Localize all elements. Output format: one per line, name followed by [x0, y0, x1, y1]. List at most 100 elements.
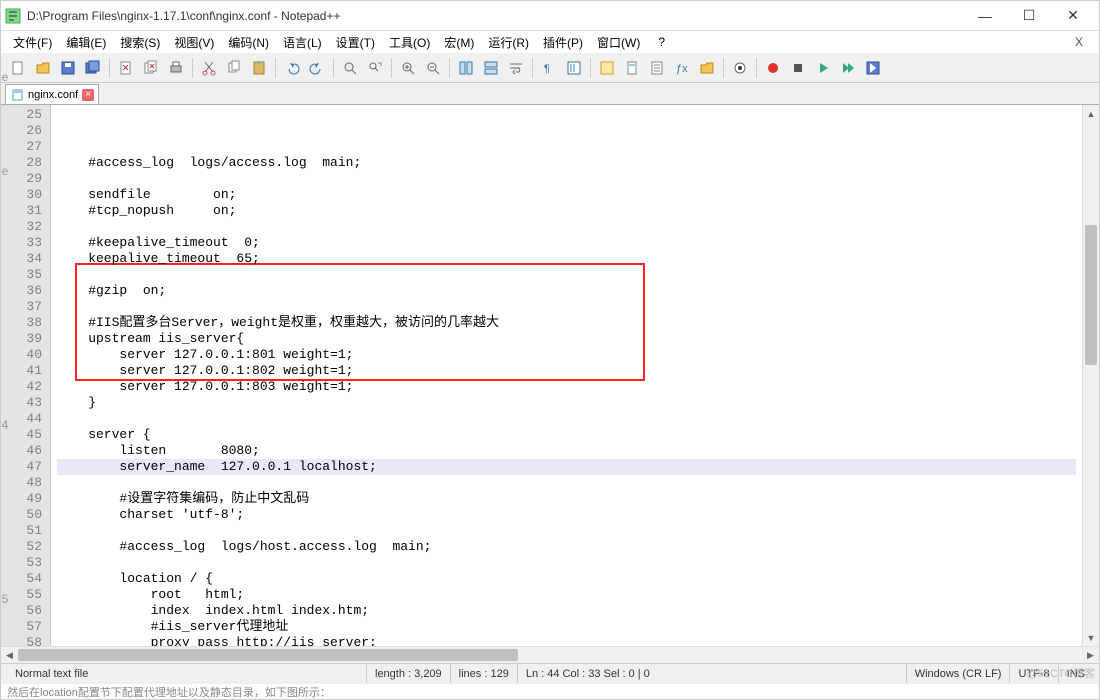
code-line[interactable] [57, 219, 1076, 235]
status-mode[interactable]: INS [1059, 664, 1093, 683]
code-line[interactable]: server { [57, 427, 1076, 443]
proxy-pass-url[interactable]: http://iis_server; [236, 635, 376, 646]
print-button[interactable] [165, 57, 187, 79]
monitor-button[interactable] [729, 57, 751, 79]
horizontal-scrollbar[interactable]: ◀ ▶ [1, 646, 1099, 663]
scroll-left-icon[interactable]: ◀ [1, 647, 18, 664]
code-line[interactable] [57, 267, 1076, 283]
code-line[interactable]: server 127.0.0.1:803 weight=1; [57, 379, 1076, 395]
copy-button[interactable] [223, 57, 245, 79]
save-macro-button[interactable] [862, 57, 884, 79]
menu-macro[interactable]: 宏(M) [438, 32, 480, 53]
func-list-button[interactable]: ƒx [671, 57, 693, 79]
file-tab[interactable]: nginx.conf × [5, 84, 99, 104]
menu-settings[interactable]: 设置(T) [330, 32, 381, 53]
redo-button[interactable] [306, 57, 328, 79]
menu-tools[interactable]: 工具(O) [383, 32, 436, 53]
code-line[interactable]: location / { [57, 571, 1076, 587]
close-tab-button[interactable]: × [82, 89, 94, 101]
cut-button[interactable] [198, 57, 220, 79]
code-line[interactable] [57, 475, 1076, 491]
close-all-button[interactable] [140, 57, 162, 79]
zoom-out-button[interactable] [422, 57, 444, 79]
close-button[interactable]: ✕ [1051, 2, 1095, 30]
indent-guide-button[interactable] [563, 57, 585, 79]
paste-button[interactable] [248, 57, 270, 79]
code-line[interactable]: #tcp_nopush on; [57, 203, 1076, 219]
code-line[interactable] [57, 555, 1076, 571]
code-line[interactable]: listen 8080; [57, 443, 1076, 459]
menu-view[interactable]: 视图(V) [168, 32, 220, 53]
code-line[interactable]: server 127.0.0.1:802 weight=1; [57, 363, 1076, 379]
save-all-button[interactable] [82, 57, 104, 79]
scroll-right-icon[interactable]: ▶ [1082, 647, 1099, 664]
code-line[interactable]: charset 'utf-8'; [57, 507, 1076, 523]
show-all-chars-button[interactable]: ¶ [538, 57, 560, 79]
new-file-button[interactable] [7, 57, 29, 79]
vertical-scrollbar[interactable]: ▲ ▼ [1082, 105, 1099, 646]
menu-plugins[interactable]: 插件(P) [537, 32, 589, 53]
open-file-button[interactable] [32, 57, 54, 79]
line-number: 48 [1, 475, 42, 491]
line-number: 38 [1, 315, 42, 331]
code-line[interactable] [57, 171, 1076, 187]
menu-edit[interactable]: 编辑(E) [60, 32, 112, 53]
play-button[interactable] [812, 57, 834, 79]
code-line[interactable]: #设置字符集编码，防止中文乱码 [57, 491, 1076, 507]
code-line[interactable]: #access_log logs/access.log main; [57, 155, 1076, 171]
doc-map-button[interactable] [621, 57, 643, 79]
line-number: 55 [1, 587, 42, 603]
record-button[interactable] [762, 57, 784, 79]
menu-language[interactable]: 语言(L) [277, 32, 328, 53]
undo-button[interactable] [281, 57, 303, 79]
menu-search[interactable]: 搜索(S) [114, 32, 166, 53]
code-line[interactable]: root html; [57, 587, 1076, 603]
code-line[interactable]: #gzip on; [57, 283, 1076, 299]
minimize-button[interactable]: — [963, 2, 1007, 30]
scroll-thumb-h[interactable] [18, 649, 518, 661]
maximize-button[interactable]: ☐ [1007, 2, 1051, 30]
status-encoding[interactable]: UTF-8 [1010, 664, 1058, 683]
replace-button[interactable] [364, 57, 386, 79]
code-editor[interactable]: #access_log logs/access.log main; sendfi… [51, 105, 1082, 646]
sync-v-button[interactable] [455, 57, 477, 79]
menu-help[interactable]: ? [652, 33, 671, 51]
save-button[interactable] [57, 57, 79, 79]
code-line[interactable]: sendfile on; [57, 187, 1076, 203]
code-line[interactable]: server_name 127.0.0.1 localhost; [57, 459, 1076, 475]
document-icon [12, 89, 24, 101]
code-line[interactable]: #keepalive_timeout 0; [57, 235, 1076, 251]
code-line[interactable]: server 127.0.0.1:801 weight=1; [57, 347, 1076, 363]
alt-close-icon[interactable]: X [1069, 33, 1089, 51]
code-line[interactable]: #iis_server代理地址 [57, 619, 1076, 635]
code-line[interactable]: #IIS配置多台Server，weight是权重，权重越大，被访问的几率越大 [57, 315, 1076, 331]
code-line[interactable]: } [57, 395, 1076, 411]
stop-button[interactable] [787, 57, 809, 79]
status-eol[interactable]: Windows (CR LF) [907, 664, 1011, 683]
sync-h-button[interactable] [480, 57, 502, 79]
zoom-in-button[interactable] [397, 57, 419, 79]
scroll-down-icon[interactable]: ▼ [1083, 629, 1099, 646]
scroll-up-icon[interactable]: ▲ [1083, 105, 1099, 122]
menu-file[interactable]: 文件(F) [7, 32, 58, 53]
menu-encoding[interactable]: 编码(N) [222, 32, 275, 53]
code-line[interactable] [57, 299, 1076, 315]
code-line[interactable] [57, 411, 1076, 427]
folder-button[interactable] [696, 57, 718, 79]
doc-list-button[interactable] [646, 57, 668, 79]
scroll-thumb[interactable] [1085, 225, 1097, 365]
menu-run[interactable]: 运行(R) [482, 32, 535, 53]
find-button[interactable] [339, 57, 361, 79]
code-line[interactable]: upstream iis_server{ [57, 331, 1076, 347]
play-multi-button[interactable] [837, 57, 859, 79]
code-line[interactable]: index index.html index.htm; [57, 603, 1076, 619]
udf-button[interactable] [596, 57, 618, 79]
code-line[interactable]: proxy_pass http://iis_server; [57, 635, 1076, 646]
close-file-button[interactable] [115, 57, 137, 79]
wrap-button[interactable] [505, 57, 527, 79]
code-line[interactable] [57, 523, 1076, 539]
menu-window[interactable]: 窗口(W) [591, 32, 646, 53]
code-line[interactable]: #access_log logs/host.access.log main; [57, 539, 1076, 555]
svg-text:¶: ¶ [544, 63, 550, 75]
code-line[interactable]: keepalive_timeout 65; [57, 251, 1076, 267]
